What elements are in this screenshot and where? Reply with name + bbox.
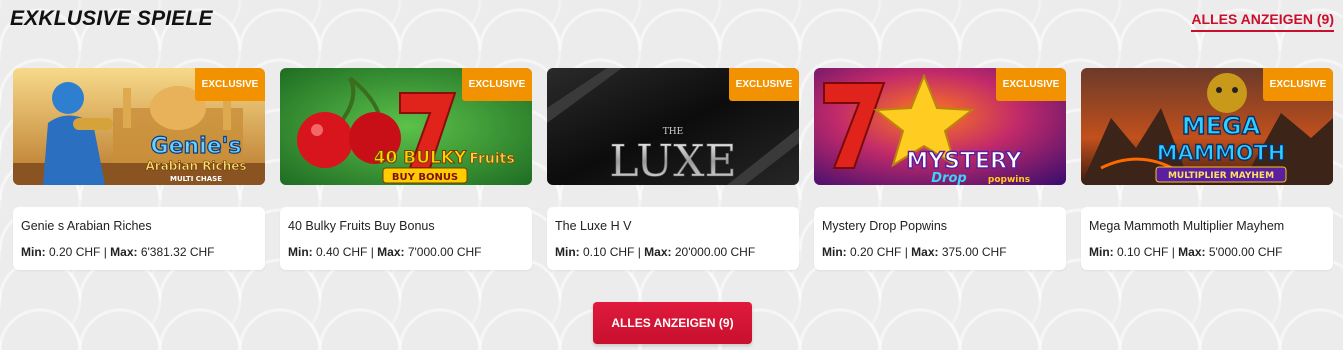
separator: | xyxy=(100,245,111,259)
bet-limits: Min: 0.20 CHF | Max: 6'381.32 CHF xyxy=(21,245,215,259)
svg-text:BUY BONUS: BUY BONUS xyxy=(392,172,458,183)
game-name: The Luxe H V xyxy=(555,219,632,233)
view-all-button[interactable]: ALLES ANZEIGEN (9) xyxy=(593,302,752,344)
game-name: 40 Bulky Fruits Buy Bonus xyxy=(288,219,435,233)
game-name: Mystery Drop Popwins xyxy=(822,219,948,233)
separator: | xyxy=(367,245,378,259)
separator: | xyxy=(901,245,912,259)
bet-limits: Min: 0.10 CHF | Max: 20'000.00 CHF xyxy=(555,245,755,259)
game-card-mega-mammoth[interactable]: MEGA MAMMOTH MULTIPLIER MAYHEM EXCLUSIVE… xyxy=(1081,68,1333,270)
max-label: Max: xyxy=(110,245,138,259)
game-info[interactable]: Mystery Drop Popwins Min: 0.20 CHF | Max… xyxy=(814,207,1066,270)
game-name: Genie s Arabian Riches xyxy=(21,219,152,233)
max-win: 375.00 CHF xyxy=(941,245,1007,259)
view-all-link-top[interactable]: ALLES ANZEIGEN (9) xyxy=(1191,11,1334,32)
max-label: Max: xyxy=(644,245,672,259)
game-card-genies-arabian-riches[interactable]: Genie's Arabian Riches MULTI CHASE EXCLU… xyxy=(13,68,265,270)
game-thumbnail[interactable]: MEGA MAMMOTH MULTIPLIER MAYHEM EXCLUSIVE xyxy=(1081,68,1333,185)
exclusive-badge: EXCLUSIVE xyxy=(462,68,532,101)
svg-text:MULTI CHASE: MULTI CHASE xyxy=(170,175,222,183)
game-thumbnail[interactable]: 40 BULKY Fruits BUY BONUS EXCLUSIVE xyxy=(280,68,532,185)
game-card-mystery-drop-popwins[interactable]: MYSTERY Drop popwins EXCLUSIVE Mystery D… xyxy=(814,68,1066,270)
exclusive-badge: EXCLUSIVE xyxy=(195,68,265,101)
max-win: 6'381.32 CHF xyxy=(140,245,215,259)
svg-text:LUXE: LUXE xyxy=(609,136,736,185)
min-bet: 0.10 CHF xyxy=(583,245,635,259)
svg-text:Fruits: Fruits xyxy=(469,151,514,167)
game-title-art: THE LUXE xyxy=(609,127,737,185)
svg-text:Genie's: Genie's xyxy=(151,134,242,159)
min-label: Min: xyxy=(1089,245,1114,259)
game-card-list: Genie's Arabian Riches MULTI CHASE EXCLU… xyxy=(13,68,1333,270)
game-name: Mega Mammoth Multiplier Mayhem xyxy=(1089,219,1285,233)
exclusive-badge: EXCLUSIVE xyxy=(996,68,1066,101)
max-win: 5'000.00 CHF xyxy=(1208,245,1283,259)
svg-text:MAMMOTH: MAMMOTH xyxy=(1157,141,1286,165)
section-title: EXKLUSIVE SPIELE xyxy=(10,7,213,30)
min-label: Min: xyxy=(555,245,580,259)
exclusive-badge: EXCLUSIVE xyxy=(729,68,799,101)
min-label: Min: xyxy=(822,245,847,259)
bet-limits: Min: 0.20 CHF | Max: 375.00 CHF xyxy=(822,245,1007,259)
game-info[interactable]: 40 Bulky Fruits Buy Bonus Min: 0.40 CHF … xyxy=(280,207,532,270)
max-label: Max: xyxy=(911,245,939,259)
min-bet: 0.40 CHF xyxy=(316,245,368,259)
separator: | xyxy=(1168,245,1179,259)
min-label: Min: xyxy=(288,245,313,259)
game-thumbnail[interactable]: Genie's Arabian Riches MULTI CHASE EXCLU… xyxy=(13,68,265,185)
bet-limits: Min: 0.10 CHF | Max: 5'000.00 CHF xyxy=(1089,245,1283,259)
max-label: Max: xyxy=(377,245,405,259)
max-label: Max: xyxy=(1178,245,1206,259)
min-bet: 0.20 CHF xyxy=(49,245,101,259)
svg-text:MULTIPLIER MAYHEM: MULTIPLIER MAYHEM xyxy=(1168,171,1274,181)
game-info[interactable]: Genie s Arabian Riches Min: 0.20 CHF | M… xyxy=(13,207,265,270)
svg-text:Drop: Drop xyxy=(931,171,966,185)
max-win: 20'000.00 CHF xyxy=(674,245,756,259)
bet-limits: Min: 0.40 CHF | Max: 7'000.00 CHF xyxy=(288,245,482,259)
min-bet: 0.20 CHF xyxy=(850,245,902,259)
game-thumbnail[interactable]: THE LUXE EXCLUSIVE xyxy=(547,68,799,185)
max-win: 7'000.00 CHF xyxy=(407,245,482,259)
svg-text:popwins: popwins xyxy=(988,175,1030,185)
game-info[interactable]: The Luxe H V Min: 0.10 CHF | Max: 20'000… xyxy=(547,207,799,270)
svg-text:MEGA: MEGA xyxy=(1182,112,1261,140)
min-label: Min: xyxy=(21,245,46,259)
game-thumbnail[interactable]: MYSTERY Drop popwins EXCLUSIVE xyxy=(814,68,1066,185)
game-card-40-bulky-fruits[interactable]: 40 BULKY Fruits BUY BONUS EXCLUSIVE 40 B… xyxy=(280,68,532,270)
separator: | xyxy=(634,245,645,259)
min-bet: 0.10 CHF xyxy=(1117,245,1169,259)
exclusive-badge: EXCLUSIVE xyxy=(1263,68,1333,101)
svg-text:40 BULKY: 40 BULKY xyxy=(374,148,467,168)
svg-text:Arabian Riches: Arabian Riches xyxy=(145,159,246,173)
game-info[interactable]: Mega Mammoth Multiplier Mayhem Min: 0.10… xyxy=(1081,207,1333,270)
game-card-the-luxe[interactable]: THE LUXE EXCLUSIVE The Luxe H V Min: 0.1… xyxy=(547,68,799,270)
